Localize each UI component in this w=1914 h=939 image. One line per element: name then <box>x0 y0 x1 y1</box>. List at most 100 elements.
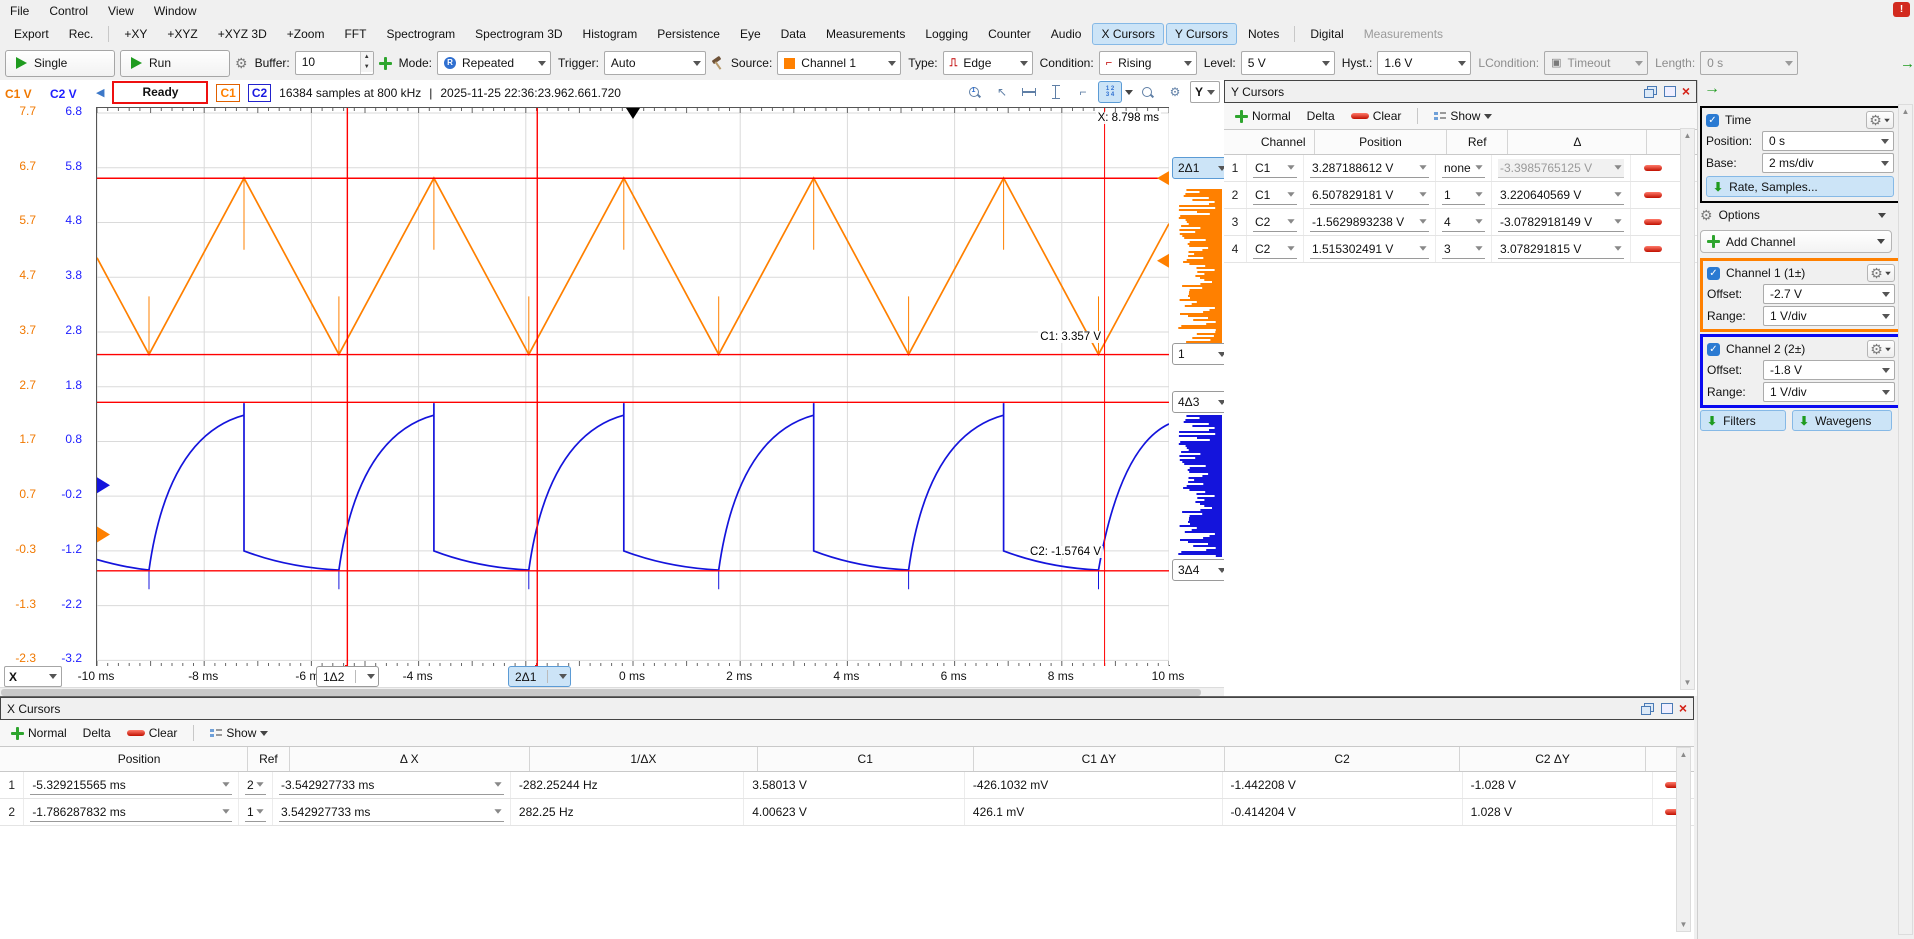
wavegens-button[interactable]: ⬇ Wavegens <box>1792 410 1892 431</box>
tab-rec[interactable]: Rec. <box>60 23 103 45</box>
buffer-spinner[interactable]: 10 ▲▼ <box>295 51 374 75</box>
show-menu-button[interactable]: Show <box>205 724 273 742</box>
ref-select[interactable]: 2 <box>245 776 266 795</box>
show-menu-button[interactable]: Show <box>1429 107 1497 125</box>
y-cursors-title-bar[interactable]: Y Cursors × <box>1224 80 1697 103</box>
hyst-select[interactable]: 1.6 V <box>1377 51 1471 75</box>
position-input[interactable]: 6.507829181 V <box>1310 186 1429 205</box>
delta-x-input[interactable]: -3.542927733 ms <box>279 776 504 795</box>
clear-cursors-button[interactable]: Clear <box>122 724 183 742</box>
position-input[interactable]: 3.287188612 V <box>1310 159 1429 178</box>
back-icon[interactable]: ◀ <box>96 86 104 99</box>
quad-view-icon[interactable]: 1 23 4 <box>1098 81 1122 103</box>
tab-persistence[interactable]: Persistence <box>648 23 729 45</box>
x-cursor-1-handle[interactable]: 1Δ2 <box>316 666 379 687</box>
tab-xyz3d[interactable]: +XYZ 3D <box>209 23 276 45</box>
tab-histogram[interactable]: Histogram <box>574 23 647 45</box>
trigger-select[interactable]: Auto <box>604 51 706 75</box>
channel1-offset-select[interactable]: -2.7 V <box>1763 284 1895 304</box>
channel2-offset-select[interactable]: -1.8 V <box>1763 360 1895 380</box>
source-select[interactable]: Channel 1 <box>777 51 901 75</box>
horizontal-measure-icon[interactable] <box>1017 81 1041 103</box>
spin-buttons[interactable]: ▲▼ <box>360 52 373 74</box>
delta-input[interactable]: 3.220640569 V <box>1498 186 1624 205</box>
x-axis-mode-button[interactable]: X <box>4 666 62 687</box>
tab-notes[interactable]: Notes <box>1239 23 1288 45</box>
waveform-plot[interactable]: X: 8.798 ms C1: 3.357 V C2: -1.5764 V <box>96 107 1170 667</box>
zoom-one-icon[interactable]: 1 <box>963 81 987 103</box>
delta-input[interactable]: 3.078291815 V <box>1498 240 1624 259</box>
menu-file[interactable]: File <box>0 1 39 21</box>
y-cursor-1-handle[interactable]: 1 <box>1172 343 1230 365</box>
plot-settings-gear-icon[interactable]: ⚙ <box>1163 81 1187 103</box>
x-cursors-title-bar[interactable]: X Cursors × <box>0 697 1694 720</box>
c2-badge[interactable]: C2 <box>248 84 271 102</box>
time-base-select[interactable]: 2 ms/div <box>1762 153 1894 173</box>
delta-x-input[interactable]: 3.542927733 ms <box>279 803 504 822</box>
trigger-tool-icon[interactable] <box>711 57 724 70</box>
tab-export[interactable]: Export <box>5 23 58 45</box>
tab-audio[interactable]: Audio <box>1042 23 1091 45</box>
channel-select[interactable]: C2 <box>1253 213 1297 232</box>
corner-measure-icon[interactable]: ⌐ <box>1071 81 1095 103</box>
tab-xyz[interactable]: +XYZ <box>158 23 206 45</box>
menu-view[interactable]: View <box>98 1 144 21</box>
x-cursors-scrollbar[interactable]: ▲▼ <box>1676 747 1691 932</box>
menu-control[interactable]: Control <box>39 1 98 21</box>
tab-data[interactable]: Data <box>772 23 815 45</box>
tab-xy[interactable]: +XY <box>115 23 156 45</box>
tab-measurements[interactable]: Measurements <box>817 23 914 45</box>
delta-input[interactable]: -3.0782918149 V <box>1498 213 1624 232</box>
run-button[interactable]: Run <box>120 50 230 77</box>
tab-x-cursors[interactable]: X Cursors <box>1092 23 1163 45</box>
buffer-gear-icon[interactable]: ⚙ <box>235 56 248 70</box>
channel-select[interactable]: C1 <box>1253 159 1297 178</box>
pointer-measure-icon[interactable]: ↖ <box>990 81 1014 103</box>
channel1-gear-icon[interactable]: ⚙ <box>1867 264 1895 282</box>
type-select[interactable]: ⎍ Edge <box>943 51 1033 75</box>
channel2-gear-icon[interactable]: ⚙ <box>1867 340 1895 358</box>
ref-select[interactable]: 3 <box>1442 240 1485 259</box>
tab-eye[interactable]: Eye <box>731 23 770 45</box>
restore-icon[interactable] <box>1641 703 1654 714</box>
position-input[interactable]: -1.5629893238 V <box>1310 213 1429 232</box>
rate-samples-button[interactable]: ⬇ Rate, Samples... <box>1706 176 1894 197</box>
tab-digital[interactable]: Digital <box>1301 23 1352 45</box>
close-icon[interactable]: × <box>1679 703 1687 714</box>
position-input[interactable]: -5.329215565 ms <box>30 776 232 795</box>
maximize-icon[interactable] <box>1660 703 1673 714</box>
plot-tools-caret[interactable] <box>1125 90 1133 95</box>
add-delta-cursor-button[interactable]: Delta <box>1302 107 1340 125</box>
remove-cursor-button[interactable] <box>1644 219 1662 225</box>
maximize-icon[interactable] <box>1663 86 1676 97</box>
time-checkbox[interactable]: ✓ <box>1706 114 1719 127</box>
time-gear-icon[interactable]: ⚙ <box>1866 111 1894 129</box>
ref-select[interactable]: 1 <box>245 803 266 822</box>
channel1-range-select[interactable]: 1 V/div <box>1763 306 1895 326</box>
y-cursor-3-handle[interactable]: 3Δ4 <box>1172 559 1230 581</box>
restore-icon[interactable] <box>1644 86 1657 97</box>
tab-logging[interactable]: Logging <box>916 23 977 45</box>
channel-select[interactable]: C2 <box>1253 240 1297 259</box>
add-normal-cursor-button[interactable]: Normal <box>6 724 72 742</box>
tab-counter[interactable]: Counter <box>979 23 1040 45</box>
ref-select[interactable]: none <box>1442 159 1485 178</box>
remove-cursor-button[interactable] <box>1644 192 1662 198</box>
options-row[interactable]: ⚙ Options <box>1700 204 1892 226</box>
sidebar-collapse-arrow[interactable]: → <box>1704 80 1720 98</box>
time-position-select[interactable]: 0 s <box>1762 131 1894 151</box>
zoom-options-icon[interactable] <box>1136 81 1160 103</box>
tab-fft[interactable]: FFT <box>335 23 375 45</box>
y-axis-mode-button[interactable]: Y <box>1190 81 1220 103</box>
position-input[interactable]: -1.786287832 ms <box>30 803 232 822</box>
position-input[interactable]: 1.515302491 V <box>1310 240 1429 259</box>
remove-cursor-button[interactable] <box>1644 165 1662 171</box>
channel2-range-select[interactable]: 1 V/div <box>1763 382 1895 402</box>
tab-spectrogram3d[interactable]: Spectrogram 3D <box>466 23 571 45</box>
single-button[interactable]: Single <box>5 50 115 77</box>
tab-zoom[interactable]: +Zoom <box>278 23 334 45</box>
channel-select[interactable]: C1 <box>1253 186 1297 205</box>
remove-cursor-button[interactable] <box>1644 246 1662 252</box>
channel1-checkbox[interactable]: ✓ <box>1707 267 1720 280</box>
condition-select[interactable]: ⌐ Rising <box>1099 51 1197 75</box>
